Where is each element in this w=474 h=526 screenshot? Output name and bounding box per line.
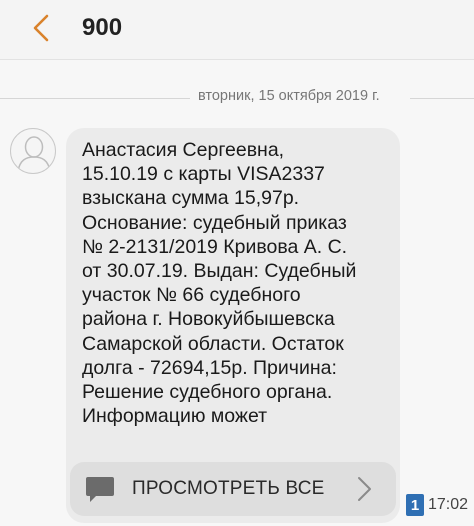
message-bubble[interactable]: Анастасия Сергеевна, 15.10.19 с карты VI… [66, 128, 400, 523]
chat-bubble-icon [86, 477, 114, 502]
sender-avatar[interactable] [10, 128, 56, 174]
back-button[interactable] [24, 10, 58, 46]
app-header: 900 [0, 0, 474, 60]
sim-slot-badge: 1 [406, 494, 424, 516]
date-separator: вторник, 15 октября 2019 г. [0, 84, 474, 112]
message-time: 17:02 [428, 496, 469, 513]
view-all-label: ПРОСМОТРЕТЬ ВСЕ [132, 478, 325, 499]
chevron-left-icon [33, 14, 49, 42]
message-text: Анастасия Сергеевна, 15.10.19 с карты VI… [82, 139, 357, 428]
date-separator-text: вторник, 15 октября 2019 г. [198, 88, 380, 104]
date-divider-left [0, 98, 190, 99]
chevron-right-icon [358, 477, 371, 501]
person-icon [17, 136, 51, 172]
conversation-title: 900 [82, 14, 123, 41]
date-divider-right [410, 98, 474, 99]
view-all-button[interactable]: ПРОСМОТРЕТЬ ВСЕ [70, 462, 396, 516]
